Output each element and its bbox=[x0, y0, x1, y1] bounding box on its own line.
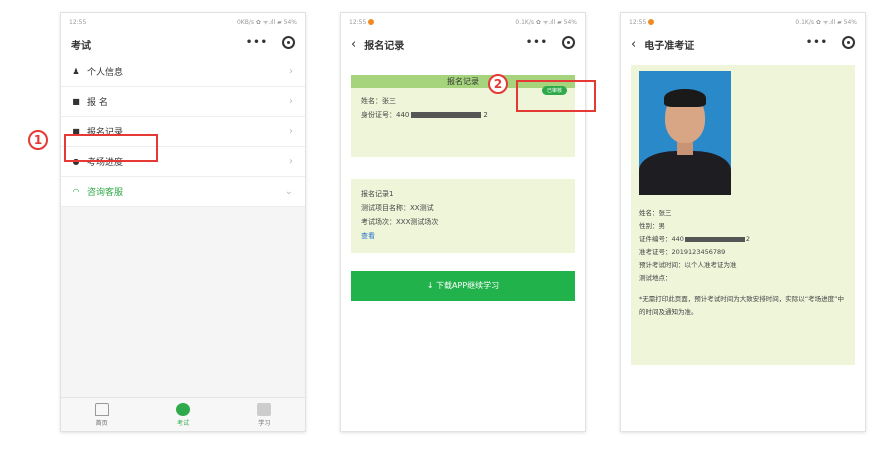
chevron-right-icon: › bbox=[289, 96, 293, 107]
menu-item-label: 个人信息 bbox=[87, 68, 124, 78]
phone-screen-admission-ticket: 12:55 0.1K/s ✿ ᯤ.ıll ▰ 54% ‹ 电子准考证 ••• 姓… bbox=[620, 12, 866, 432]
status-indicators: 0KB/s ✿ ᯤ.ıll ▰ 54% bbox=[236, 19, 297, 26]
close-miniprogram-icon[interactable] bbox=[282, 36, 295, 49]
menu-item-label: 咨询客服 bbox=[87, 188, 124, 198]
study-icon bbox=[257, 402, 272, 416]
record-detail-card[interactable]: 报名记录1 测试项目名称：XX测试 考试场次：XXX测试场次 查看 bbox=[351, 179, 575, 253]
record-title: 报名记录1 bbox=[361, 190, 394, 198]
status-time: 12:55 bbox=[349, 18, 367, 26]
tab-home[interactable]: 首页 bbox=[94, 402, 109, 427]
page-title: 报名记录 bbox=[364, 40, 405, 52]
menu-item-customer-service[interactable]: ◠ 咨询客服 ⌄ bbox=[61, 177, 305, 207]
menu-item-label: 报 名 bbox=[87, 98, 108, 108]
status-bar: 12:55 0.1K/s ✿ ᯤ.ıll ▰ 54% bbox=[341, 13, 585, 31]
tab-label: 考试 bbox=[176, 419, 189, 427]
home-icon bbox=[94, 402, 109, 416]
chevron-down-icon: ⌄ bbox=[284, 186, 293, 197]
exam-menu: ♟ 个人信息 › ■ 报 名 › ■ 报名记录 › ● 考场进度 › ◠ 咨询客… bbox=[61, 57, 305, 207]
record-dot-icon bbox=[648, 19, 655, 25]
redaction-bar bbox=[411, 112, 482, 118]
back-icon[interactable]: ‹ bbox=[631, 37, 636, 52]
more-icon[interactable]: ••• bbox=[526, 37, 548, 48]
tab-bar: 首页 考试 学习 bbox=[61, 397, 305, 431]
tab-study[interactable]: 学习 bbox=[257, 402, 272, 427]
back-icon[interactable]: ‹ bbox=[351, 37, 356, 52]
highlight-box-badge bbox=[516, 80, 596, 112]
ticket-note: *无需打印此页面，预计考试时间为大致安排时间，实际以“考场进度”中的时间及通知为… bbox=[639, 295, 844, 316]
view-link[interactable]: 查看 bbox=[361, 229, 565, 243]
nav-bar: ‹ 报名记录 ••• bbox=[341, 31, 585, 57]
menu-item-register[interactable]: ■ 报 名 › bbox=[61, 87, 305, 117]
id-suffix: 2 bbox=[745, 235, 751, 243]
candidate-name: 姓名：张三 bbox=[639, 209, 672, 217]
record-dot-icon bbox=[368, 19, 375, 25]
redaction-bar bbox=[684, 236, 745, 242]
more-icon[interactable]: ••• bbox=[246, 37, 268, 48]
nav-bar: ‹ 电子准考证 ••• bbox=[621, 31, 865, 57]
step-marker-1: 1 bbox=[28, 130, 48, 150]
exam-session: 考试场次：XXX测试场次 bbox=[361, 218, 439, 226]
candidate-photo bbox=[639, 71, 731, 195]
status-time: 12:55 bbox=[629, 18, 647, 26]
status-indicators: 0.1K/s ✿ ᯤ.ıll ▰ 54% bbox=[795, 19, 857, 26]
highlight-box-record bbox=[64, 134, 158, 162]
candidate-id: 证件编号：440 2 bbox=[639, 233, 847, 246]
chevron-right-icon: › bbox=[289, 126, 293, 137]
tab-label: 学习 bbox=[258, 419, 271, 427]
phone-screen-registration-record: 12:55 0.1K/s ✿ ᯤ.ıll ▰ 54% ‹ 报名记录 ••• 报名… bbox=[340, 12, 586, 432]
id-prefix: 身份证号：440 bbox=[361, 111, 410, 119]
close-miniprogram-icon[interactable] bbox=[842, 36, 855, 49]
exam-place: 测试地点： bbox=[639, 274, 672, 282]
exam-icon bbox=[175, 402, 190, 416]
chevron-right-icon: › bbox=[289, 156, 293, 167]
status-indicators: 0.1K/s ✿ ᯤ.ıll ▰ 54% bbox=[515, 19, 577, 26]
page-title: 考试 bbox=[71, 40, 91, 52]
list-icon: ■ bbox=[72, 97, 80, 106]
step-marker-2: 2 bbox=[488, 74, 508, 94]
phone-screen-exam-menu: 12:55 0KB/s ✿ ᯤ.ıll ▰ 54% 考试 ••• ♟ 个人信息 … bbox=[60, 12, 306, 432]
download-app-button[interactable]: ↓ 下载APP继续学习 bbox=[351, 271, 575, 301]
tab-exam[interactable]: 考试 bbox=[175, 402, 190, 427]
id-prefix: 证件编号：440 bbox=[639, 235, 684, 243]
id-suffix: 2 bbox=[483, 111, 488, 119]
tab-label: 首页 bbox=[95, 419, 108, 427]
project-name: 测试项目名称：XX测试 bbox=[361, 204, 434, 212]
headset-icon: ◠ bbox=[72, 187, 80, 196]
chevron-right-icon: › bbox=[289, 66, 293, 77]
status-bar: 12:55 0.1K/s ✿ ᯤ.ıll ▰ 54% bbox=[621, 13, 865, 31]
ticket-number: 准考证号：2019123456789 bbox=[639, 248, 726, 256]
admission-ticket-card: 姓名：张三 性别：男 证件编号：440 2 准考证号：2019123456789 … bbox=[631, 65, 855, 365]
menu-item-personal-info[interactable]: ♟ 个人信息 › bbox=[61, 57, 305, 87]
nav-bar: 考试 ••• bbox=[61, 31, 305, 57]
more-icon[interactable]: ••• bbox=[806, 37, 828, 48]
candidate-gender: 性别：男 bbox=[639, 222, 665, 230]
close-miniprogram-icon[interactable] bbox=[562, 36, 575, 49]
person-icon: ♟ bbox=[72, 67, 80, 76]
status-time: 12:55 bbox=[69, 18, 87, 26]
exam-time: 预计考试时间：以个人准考证为准 bbox=[639, 261, 737, 269]
page-title: 电子准考证 bbox=[644, 40, 695, 52]
status-bar: 12:55 0KB/s ✿ ᯤ.ıll ▰ 54% bbox=[61, 13, 305, 31]
